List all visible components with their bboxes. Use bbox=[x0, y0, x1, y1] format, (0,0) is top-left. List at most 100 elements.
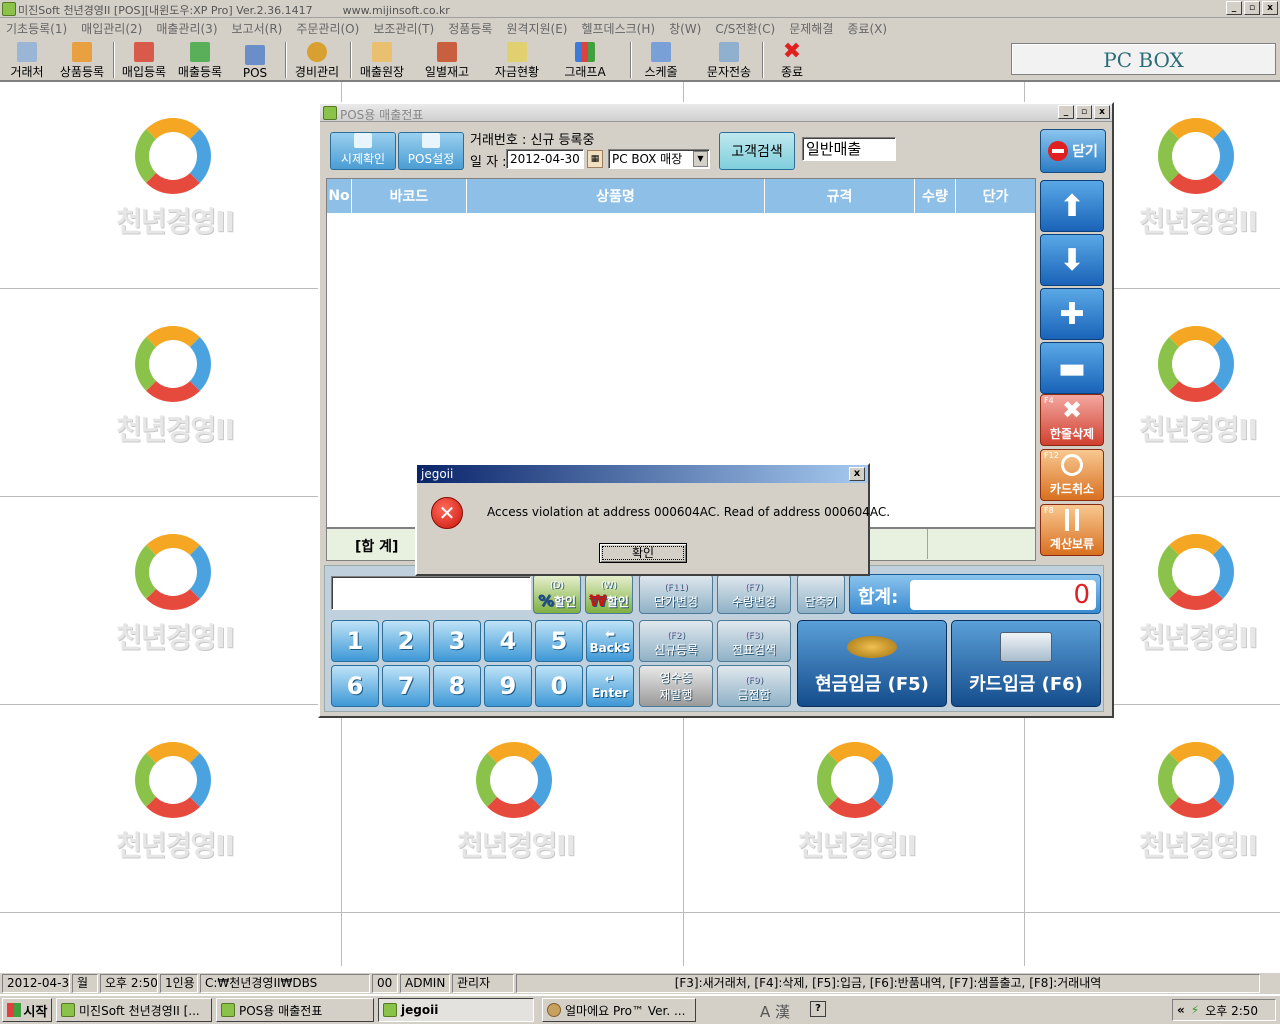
col-barcode[interactable]: 바코드 bbox=[352, 179, 467, 213]
slip-search-button[interactable]: (F3) 전표검색 bbox=[717, 620, 791, 662]
col-product-name[interactable]: 상품명 bbox=[467, 179, 765, 213]
menu-exit[interactable]: 종료(X) bbox=[847, 20, 887, 37]
key-4[interactable]: 4 bbox=[484, 620, 532, 662]
enter-key[interactable]: ↵ Enter bbox=[586, 665, 634, 707]
toolbar-product-button[interactable]: 상품등록 bbox=[56, 40, 108, 80]
hold-button[interactable]: F8 계산보류 bbox=[1040, 504, 1104, 556]
key-6[interactable]: 6 bbox=[331, 665, 379, 707]
total-value: 0 bbox=[910, 580, 1096, 610]
pos-close-button[interactable]: x bbox=[1094, 105, 1110, 119]
x-icon: ✖ bbox=[1061, 396, 1083, 424]
restore-button[interactable]: ▫ bbox=[1244, 1, 1260, 15]
menu-license[interactable]: 정품등록 bbox=[448, 20, 492, 37]
tools-icon bbox=[422, 133, 440, 148]
price-check-button[interactable]: 시제확인 bbox=[330, 132, 396, 170]
toolbar-client-button[interactable]: 거래처 bbox=[6, 40, 48, 80]
toolbar-exit-button[interactable]: ✖ 종료 bbox=[776, 40, 808, 80]
menu-order[interactable]: 주문관리(O) bbox=[296, 20, 359, 37]
chevron-down-icon[interactable]: ▼ bbox=[693, 151, 708, 167]
menu-basic[interactable]: 기초등록(1) bbox=[6, 20, 67, 37]
delete-row-button[interactable]: F4 ✖ 한줄삭제 bbox=[1040, 394, 1104, 446]
barcode-input[interactable] bbox=[331, 576, 531, 610]
key-5[interactable]: 5 bbox=[535, 620, 583, 662]
menu-purchase[interactable]: 매입관리(2) bbox=[81, 20, 142, 37]
cash-drawer-button[interactable]: (F9) 금전함 bbox=[717, 665, 791, 707]
ok-button[interactable]: 확인 bbox=[599, 543, 687, 563]
total-label: 합계: bbox=[858, 587, 899, 608]
change-price-button[interactable]: (F11) 단가변경 bbox=[639, 574, 713, 614]
menu-aux[interactable]: 보조관리(T) bbox=[373, 20, 434, 37]
task-pos-window[interactable]: POS용 매출전표 bbox=[216, 998, 374, 1022]
new-entry-button[interactable]: (F2) 신규등록 bbox=[639, 620, 713, 662]
menu-sales[interactable]: 매출관리(3) bbox=[156, 20, 217, 37]
reprint-receipt-button[interactable]: 영수증 재발행 bbox=[639, 665, 713, 707]
key-8[interactable]: 8 bbox=[433, 665, 481, 707]
menu-helpdesk[interactable]: 헬프데스크(H) bbox=[581, 20, 655, 37]
task-jegoii[interactable]: jegoii bbox=[378, 998, 534, 1022]
toolbar-funds-button[interactable]: 자금현황 bbox=[490, 40, 544, 80]
app-title-bar: 미진Soft 천년경영II [POS][내윈도우:XP Pro] Ver.2.3… bbox=[0, 0, 1280, 18]
toolbar-pos-button[interactable]: POS bbox=[238, 40, 272, 80]
minimize-button[interactable]: _ bbox=[1226, 1, 1242, 15]
ime-indicator-icon[interactable]: A 漢 bbox=[760, 1001, 790, 1022]
pos-settings-button[interactable]: POS설정 bbox=[398, 132, 464, 170]
task-main-app[interactable]: 미진Soft 천년경영II [... bbox=[56, 998, 212, 1022]
chevron-left-icon[interactable]: « bbox=[1177, 1003, 1185, 1017]
task-other-app[interactable]: 얼마에요 Pro™ Ver. ... bbox=[542, 998, 696, 1022]
menu-report[interactable]: 보고서(R) bbox=[232, 20, 283, 37]
percent-discount-button[interactable]: (D) %할인 bbox=[533, 574, 581, 614]
calendar-icon[interactable]: ▦ bbox=[587, 150, 603, 168]
key-7[interactable]: 7 bbox=[382, 665, 430, 707]
qty-plus-button[interactable]: ✚ bbox=[1040, 288, 1104, 340]
toolbar-sales-button[interactable]: 매출등록 bbox=[174, 40, 226, 80]
tray-clock: 오후 2:50 bbox=[1205, 1003, 1259, 1018]
prohibit-icon bbox=[1061, 454, 1083, 476]
toolbar-expense-button[interactable]: 경비관리 bbox=[290, 40, 344, 80]
store-select[interactable]: PC BOX 매장 ▼ bbox=[608, 149, 710, 169]
change-qty-button[interactable]: (F7) 수량변경 bbox=[717, 574, 791, 614]
toolbar-ledger-button[interactable]: 매출원장 bbox=[355, 40, 409, 80]
dialog-close-button[interactable]: x bbox=[849, 467, 865, 481]
move-up-button[interactable]: ⬆ bbox=[1040, 180, 1104, 232]
menu-troubleshoot[interactable]: 문제해결 bbox=[789, 20, 833, 37]
enter-arrow-icon: ↵ bbox=[604, 672, 616, 686]
cash-payment-button[interactable]: 현금입금 (F5) bbox=[797, 620, 947, 707]
network-icon[interactable]: ⚡ bbox=[1191, 1003, 1199, 1017]
col-spec[interactable]: 규격 bbox=[765, 179, 915, 213]
col-qty[interactable]: 수량 bbox=[915, 179, 956, 213]
key-1[interactable]: 1 bbox=[331, 620, 379, 662]
key-3[interactable]: 3 bbox=[433, 620, 481, 662]
funds-icon bbox=[507, 42, 527, 62]
toolbar-stock-button[interactable]: 일별재고 bbox=[420, 40, 474, 80]
key-9[interactable]: 9 bbox=[484, 665, 532, 707]
col-no[interactable]: No bbox=[327, 179, 352, 213]
toolbar-sms-button[interactable]: 문자전송 bbox=[703, 40, 755, 80]
toolbar-purchase-button[interactable]: 매입등록 bbox=[118, 40, 170, 80]
qty-minus-button[interactable]: ▬ bbox=[1040, 342, 1104, 394]
toolbar-graph-button[interactable]: 그래프A bbox=[560, 40, 610, 80]
close-pos-button[interactable]: 닫기 bbox=[1040, 129, 1106, 173]
key-2[interactable]: 2 bbox=[382, 620, 430, 662]
dialog-title: jegoii bbox=[421, 467, 454, 481]
client-icon bbox=[17, 42, 37, 62]
pos-restore-button[interactable]: ▫ bbox=[1076, 105, 1092, 119]
date-field[interactable]: 2012-04-30 bbox=[506, 149, 584, 169]
menu-window[interactable]: 창(W) bbox=[669, 20, 701, 37]
pos-minimize-button[interactable]: _ bbox=[1058, 105, 1074, 119]
shortcut-button[interactable]: 단축키 bbox=[797, 574, 845, 614]
start-button[interactable]: 시작 bbox=[2, 998, 52, 1022]
help-icon[interactable]: ? bbox=[810, 1001, 826, 1017]
key-0[interactable]: 0 bbox=[535, 665, 583, 707]
menu-remote[interactable]: 원격지원(E) bbox=[506, 20, 567, 37]
won-discount-button[interactable]: (W) ₩할인 bbox=[585, 574, 633, 614]
sale-type-field[interactable]: 일반매출 bbox=[802, 137, 896, 161]
customer-search-button[interactable]: 고객검색 bbox=[719, 132, 795, 170]
backspace-key[interactable]: ⬅ BackS bbox=[586, 620, 634, 662]
menu-cs[interactable]: C/S전환(C) bbox=[715, 20, 775, 37]
card-payment-button[interactable]: 카드입금 (F6) bbox=[951, 620, 1101, 707]
col-unit-price[interactable]: 단가 bbox=[956, 179, 1035, 213]
toolbar-schedule-button[interactable]: 스케줄 bbox=[640, 40, 682, 80]
close-button[interactable]: x bbox=[1262, 1, 1278, 15]
card-cancel-button[interactable]: F12 카드취소 bbox=[1040, 449, 1104, 501]
move-down-button[interactable]: ⬇ bbox=[1040, 234, 1104, 286]
